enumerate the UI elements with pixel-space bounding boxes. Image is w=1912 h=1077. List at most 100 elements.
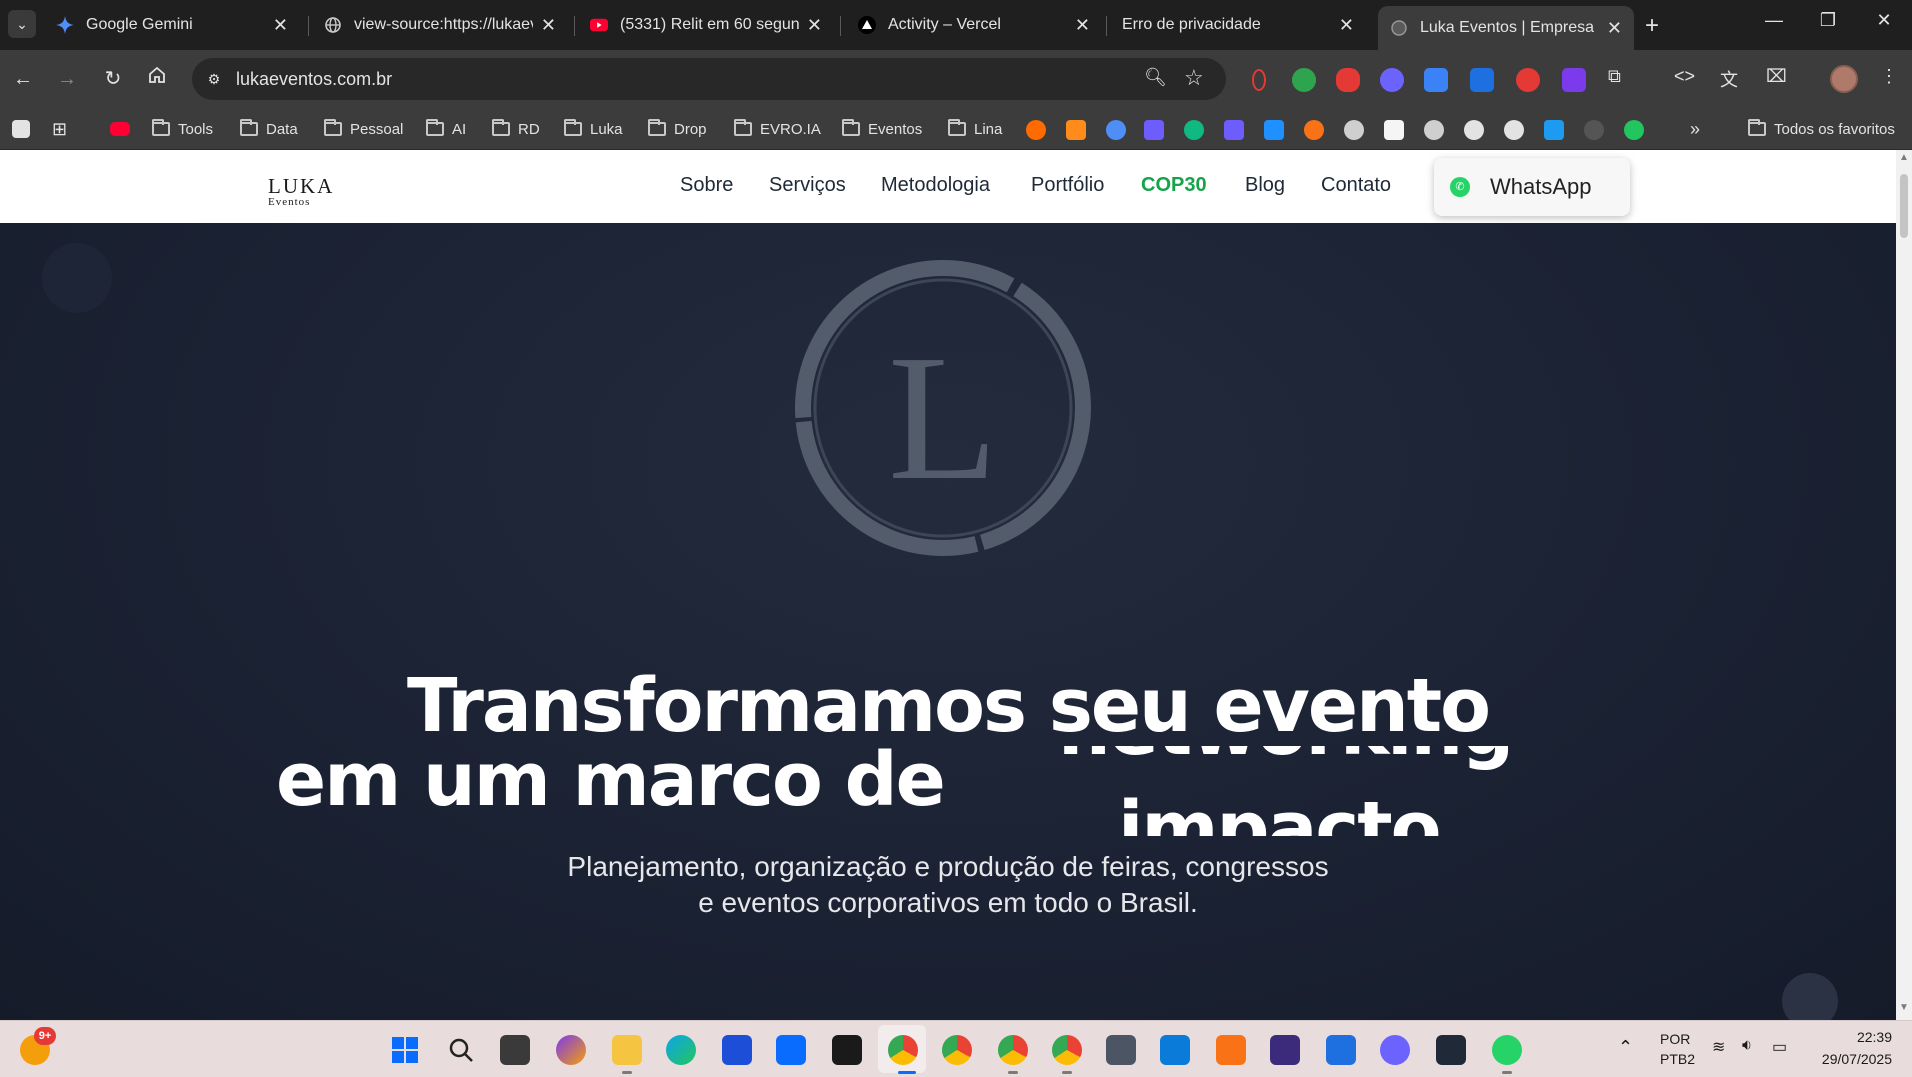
bookmark-site-icon[interactable]	[1344, 120, 1364, 140]
bookmark-app-icon[interactable]	[12, 120, 30, 138]
extension-icon[interactable]	[1424, 68, 1448, 92]
bookmark-site-icon[interactable]	[1026, 120, 1046, 140]
app-icon[interactable]	[1380, 1035, 1410, 1065]
scroll-down-arrow-icon[interactable]: ▼	[1899, 1002, 1909, 1013]
home-button[interactable]	[142, 64, 172, 94]
nav-servicos[interactable]: Serviços	[769, 174, 846, 197]
bookmark-folder-evroia[interactable]: EVRO.IA	[734, 118, 821, 140]
apps-grid-icon[interactable]: ⊞	[52, 118, 67, 140]
bookmark-site-icon[interactable]	[1544, 120, 1564, 140]
copilot-icon[interactable]	[556, 1035, 586, 1065]
tab-luka-eventos[interactable]: Luka Eventos | Empresa de ✕	[1378, 6, 1634, 50]
tab-vercel[interactable]: Activity – Vercel ✕	[846, 8, 1102, 42]
tab-youtube[interactable]: (5331) Relit em 60 segund ✕	[578, 8, 834, 42]
bookmark-folder-pessoal[interactable]: Pessoal	[324, 118, 403, 140]
calculator-icon[interactable]	[1106, 1035, 1136, 1065]
nav-contato[interactable]: Contato	[1321, 174, 1391, 197]
zoom-icon[interactable]: 🔍︎	[1144, 67, 1167, 88]
tab-google-gemini[interactable]: Google Gemini ✕	[44, 8, 300, 42]
ms-store-icon[interactable]	[722, 1035, 752, 1065]
bookmark-site-icon[interactable]	[1224, 120, 1244, 140]
bookmark-site-icon[interactable]	[1624, 120, 1644, 140]
whatsapp-app-icon[interactable]	[1492, 1035, 1522, 1065]
clock-date[interactable]: 29/07/2025	[1812, 1051, 1892, 1067]
page-scrollbar[interactable]: ▲ ▼	[1896, 150, 1912, 1020]
bookmark-folder-tools[interactable]: Tools	[152, 118, 213, 140]
restore-button[interactable]: ❐	[1808, 10, 1848, 31]
battery-icon[interactable]: ▭	[1772, 1037, 1787, 1057]
site-info-icon[interactable]: ⚙	[202, 67, 226, 91]
extension-icon[interactable]	[1516, 68, 1540, 92]
openai-bookmark-icon[interactable]	[1504, 120, 1524, 140]
all-bookmarks-folder[interactable]: Todos os favoritos	[1748, 118, 1895, 140]
bookmark-folder-lina[interactable]: Lina	[948, 118, 1002, 140]
bookmark-site-icon[interactable]	[1424, 120, 1444, 140]
close-tab-icon[interactable]: ✕	[541, 15, 556, 36]
bookmark-star-icon[interactable]: ☆	[1184, 65, 1204, 91]
close-window-button[interactable]: ✕	[1864, 10, 1904, 31]
extension-icon[interactable]	[1336, 68, 1360, 92]
bookmark-site-icon[interactable]	[1066, 120, 1086, 140]
address-bar[interactable]: ⚙ lukaeventos.com.br 🔍︎ ☆	[192, 58, 1226, 100]
bookmark-folder-eventos[interactable]: Eventos	[842, 118, 922, 140]
vscode-icon[interactable]	[1160, 1035, 1190, 1065]
bookmark-site-icon[interactable]	[1184, 120, 1204, 140]
windows-start-icon[interactable]	[390, 1035, 420, 1065]
tab-privacy-error[interactable]: Erro de privacidade ✕	[1110, 8, 1366, 42]
close-tab-icon[interactable]: ✕	[807, 15, 822, 36]
nav-blog[interactable]: Blog	[1245, 174, 1285, 197]
outlook-icon[interactable]	[776, 1035, 806, 1065]
bookmark-folder-rd[interactable]: RD	[492, 118, 540, 140]
chrome-icon[interactable]	[888, 1035, 918, 1065]
scroll-up-arrow-icon[interactable]: ▲	[1899, 152, 1909, 163]
devtools-icon[interactable]: <>	[1674, 66, 1695, 87]
volume-icon[interactable]: 🔉︎	[1742, 1037, 1752, 1055]
wifi-icon[interactable]: ≋	[1712, 1037, 1725, 1057]
terminal-icon[interactable]	[1436, 1035, 1466, 1065]
forward-button[interactable]: →	[52, 64, 82, 94]
bookmark-folder-ai[interactable]: AI	[426, 118, 466, 140]
extension-icon[interactable]	[1380, 68, 1404, 92]
tray-overflow-chevron-icon[interactable]: ⌃	[1618, 1037, 1633, 1058]
notion-bookmark-icon[interactable]	[1384, 120, 1404, 140]
nav-sobre[interactable]: Sobre	[680, 174, 733, 197]
bookmark-site-icon[interactable]	[1106, 120, 1126, 140]
extension-icon[interactable]	[1470, 68, 1494, 92]
more-bookmarks-chevron-icon[interactable]: »	[1690, 118, 1700, 140]
edge-icon[interactable]	[666, 1035, 696, 1065]
whatsapp-button[interactable]: ✆ WhatsApp	[1434, 158, 1630, 216]
tab-search-button[interactable]: ⌄	[8, 10, 36, 38]
bookmark-site-icon[interactable]	[1464, 120, 1484, 140]
new-tab-button[interactable]: +	[1645, 12, 1659, 40]
bookmark-folder-data[interactable]: Data	[240, 118, 298, 140]
translate-icon[interactable]: 文	[1720, 66, 1738, 92]
bookmark-folder-drop[interactable]: Drop	[648, 118, 707, 140]
menu-kebab-icon[interactable]: ⋮	[1880, 66, 1898, 87]
app-icon[interactable]	[1326, 1035, 1356, 1065]
reload-button[interactable]: ↻	[98, 64, 128, 94]
sublime-text-icon[interactable]	[1216, 1035, 1246, 1065]
nav-portfolio[interactable]: Portfólio	[1031, 174, 1104, 197]
scrollbar-thumb[interactable]	[1900, 174, 1908, 238]
extension-icon[interactable]	[1292, 68, 1316, 92]
close-tab-icon[interactable]: ✕	[1339, 15, 1354, 36]
youtube-bookmark-icon[interactable]	[110, 122, 130, 136]
bookmark-site-icon[interactable]	[1304, 120, 1324, 140]
app-icon[interactable]	[1270, 1035, 1300, 1065]
input-language[interactable]: POR	[1660, 1031, 1690, 1047]
scroll-top-button[interactable]	[1782, 973, 1838, 1020]
profile-avatar[interactable]	[1830, 65, 1858, 93]
bookmark-site-icon[interactable]	[1144, 120, 1164, 140]
nav-cop30[interactable]: COP30	[1141, 174, 1207, 197]
bookmark-site-icon[interactable]	[1264, 120, 1284, 140]
chrome-profile-icon[interactable]	[1052, 1035, 1082, 1065]
nav-metodologia[interactable]: Metodologia	[881, 174, 990, 197]
back-button[interactable]: ←	[8, 64, 38, 94]
minimize-button[interactable]: —	[1754, 10, 1794, 31]
search-icon[interactable]	[446, 1035, 476, 1065]
extension-icon[interactable]	[1252, 69, 1266, 91]
sticky-notes-icon[interactable]	[832, 1035, 862, 1065]
close-tab-icon[interactable]: ✕	[1607, 18, 1622, 39]
chrome-profile-icon[interactable]	[942, 1035, 972, 1065]
extensions-puzzle-icon[interactable]: ⧉	[1608, 66, 1621, 87]
